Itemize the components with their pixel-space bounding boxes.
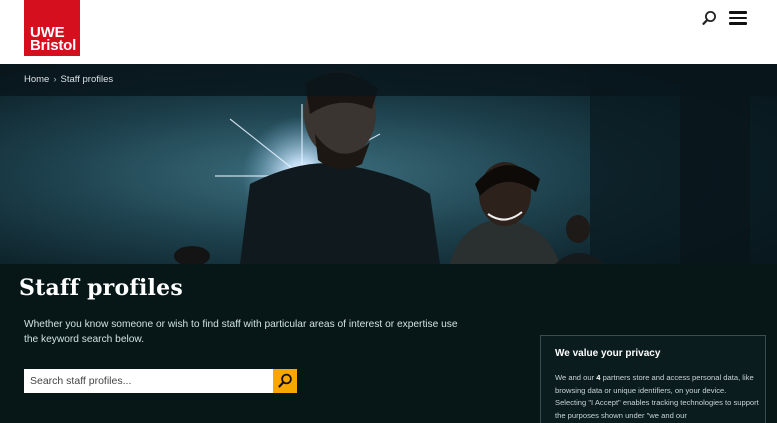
privacy-heading: We value your privacy (555, 348, 661, 359)
privacy-text-start: We and our (555, 373, 597, 382)
page-title: Staff profiles (19, 275, 183, 301)
breadcrumb-separator: › (53, 74, 57, 85)
staff-search-input[interactable] (24, 369, 273, 393)
search-icon (278, 373, 292, 388)
search-icon[interactable] (700, 9, 718, 27)
privacy-banner: We value your privacy We and our 4 partn… (540, 335, 766, 423)
site-header: UWE Bristol (0, 0, 777, 64)
uwe-bristol-logo[interactable]: UWE Bristol (24, 0, 80, 56)
breadcrumb-bar (0, 64, 777, 96)
breadcrumb-home-link[interactable]: Home (24, 74, 49, 85)
intro-text: Whether you know someone or wish to find… (24, 319, 458, 345)
search-submit-button[interactable] (273, 369, 297, 393)
logo-line-2: Bristol (30, 37, 77, 54)
privacy-text: We and our 4 partners store and access p… (555, 372, 759, 423)
hamburger-menu-icon[interactable] (728, 9, 748, 27)
breadcrumb: Home › Staff profiles (24, 74, 113, 85)
breadcrumb-current: Staff profiles (60, 74, 114, 85)
